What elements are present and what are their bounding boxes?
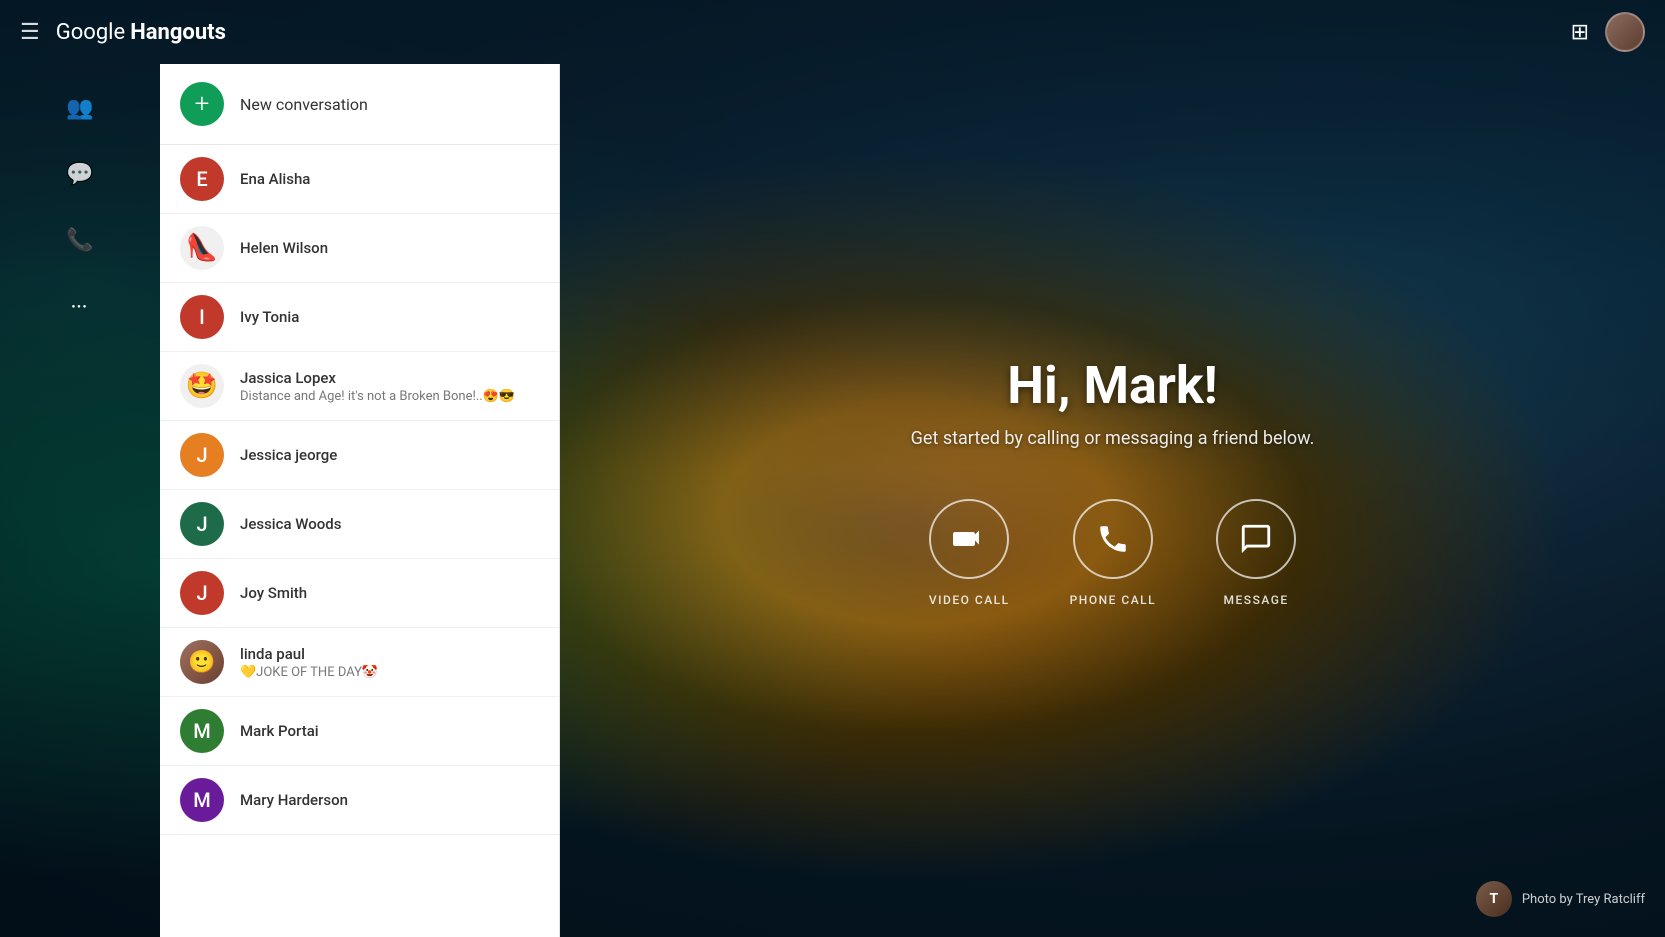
- contact-name-jassica: Jassica Lopex: [240, 369, 539, 387]
- greeting-title: Hi, Mark!: [1007, 355, 1217, 416]
- message-icon: [1239, 522, 1273, 556]
- sidebar-item-chat[interactable]: 💬: [56, 150, 104, 198]
- top-bar-right: ⊞: [1571, 12, 1645, 52]
- people-icon: 👥: [66, 96, 93, 121]
- contact-item-mark-portai[interactable]: M Mark Portai: [160, 697, 559, 766]
- more-icon: ●●●: [72, 303, 89, 310]
- video-call-label: VIDEO CALL: [929, 593, 1010, 607]
- sidebar-item-people[interactable]: 👥: [56, 84, 104, 132]
- hamburger-menu-icon[interactable]: ☰: [20, 20, 40, 45]
- contact-info-joy: Joy Smith: [240, 584, 539, 602]
- contact-name-mary: Mary Harderson: [240, 791, 539, 809]
- message-button[interactable]: [1216, 499, 1296, 579]
- video-call-button[interactable]: [929, 499, 1009, 579]
- new-conversation-label: New conversation: [240, 95, 368, 114]
- contact-info-linda: linda paul 💛JOKE OF THE DAY🤡: [240, 645, 539, 680]
- contact-name-ivy: Ivy Tonia: [240, 308, 539, 326]
- main-content: + New conversation E Ena Alisha 👠 Helen …: [160, 64, 1665, 937]
- logo-hangouts-text: Hangouts: [130, 20, 226, 45]
- greeting-subtitle: Get started by calling or messaging a fr…: [911, 428, 1315, 449]
- phone-call-icon: [1096, 522, 1130, 556]
- photo-credit: T Photo by Trey Ratcliff: [1476, 881, 1645, 917]
- contact-item-jessica-woods[interactable]: J Jessica Woods: [160, 490, 559, 559]
- contact-avatar-linda: 🙂: [180, 640, 224, 684]
- phone-nav-icon: 📞: [66, 228, 93, 253]
- contact-avatar-joy: J: [180, 571, 224, 615]
- contact-item-jassica-lopex[interactable]: 🤩 Jassica Lopex Distance and Age! it's n…: [160, 352, 559, 421]
- contact-avatar-mark: M: [180, 709, 224, 753]
- contact-name-ena: Ena Alisha: [240, 170, 539, 188]
- user-avatar[interactable]: [1605, 12, 1645, 52]
- contact-name-mark: Mark Portai: [240, 722, 539, 740]
- contact-avatar-jessica-jeorge: J: [180, 433, 224, 477]
- contact-avatar-jassica: 🤩: [180, 364, 224, 408]
- contact-info-jessica-jeorge: Jessica jeorge: [240, 446, 539, 464]
- contact-name-joy: Joy Smith: [240, 584, 539, 602]
- contact-info-jessica-woods: Jessica Woods: [240, 515, 539, 533]
- phone-call-button[interactable]: [1073, 499, 1153, 579]
- logo-google-text: Google: [56, 20, 125, 45]
- contact-info-mary: Mary Harderson: [240, 791, 539, 809]
- contact-avatar-mary: M: [180, 778, 224, 822]
- sidebar-item-phone[interactable]: 📞: [56, 216, 104, 264]
- contact-item-ena-alisha[interactable]: E Ena Alisha: [160, 145, 559, 214]
- phone-call-group: PHONE CALL: [1070, 499, 1156, 607]
- contact-item-ivy-tonia[interactable]: I Ivy Tonia: [160, 283, 559, 352]
- contact-name-jessica-jeorge: Jessica jeorge: [240, 446, 539, 464]
- chat-icon: 💬: [66, 162, 93, 187]
- contact-item-mary-harderson[interactable]: M Mary Harderson: [160, 766, 559, 835]
- sidebar-item-more[interactable]: ●●●: [56, 282, 104, 330]
- contact-avatar-ena: E: [180, 157, 224, 201]
- contact-info-helen: Helen Wilson: [240, 239, 539, 257]
- photo-credit-avatar: T: [1476, 881, 1512, 917]
- message-group: MESSAGE: [1216, 499, 1296, 607]
- contact-avatar-ivy: I: [180, 295, 224, 339]
- message-label: MESSAGE: [1224, 593, 1289, 607]
- contact-item-joy-smith[interactable]: J Joy Smith: [160, 559, 559, 628]
- logo: Google Hangouts: [56, 20, 226, 45]
- new-conversation-item[interactable]: + New conversation: [160, 64, 559, 145]
- phone-call-label: PHONE CALL: [1070, 593, 1156, 607]
- video-call-group: VIDEO CALL: [929, 499, 1010, 607]
- new-conversation-icon: +: [180, 82, 224, 126]
- contact-preview-linda: 💛JOKE OF THE DAY🤡: [240, 665, 539, 680]
- contact-name-jessica-woods: Jessica Woods: [240, 515, 539, 533]
- contact-name-helen: Helen Wilson: [240, 239, 539, 257]
- contact-preview-jassica: Distance and Age! it's not a Broken Bone…: [240, 389, 539, 404]
- video-call-icon: [951, 521, 987, 557]
- contact-avatar-jessica-woods: J: [180, 502, 224, 546]
- right-panel: Hi, Mark! Get started by calling or mess…: [560, 64, 1665, 937]
- contact-name-linda: linda paul: [240, 645, 539, 663]
- grid-apps-icon[interactable]: ⊞: [1571, 20, 1589, 45]
- top-bar: ☰ Google Hangouts ⊞: [0, 0, 1665, 64]
- contact-info-mark: Mark Portai: [240, 722, 539, 740]
- sidebar-nav: 👥 💬 📞 ●●●: [0, 64, 160, 937]
- photo-credit-text: Photo by Trey Ratcliff: [1522, 892, 1645, 907]
- contact-item-jessica-jeorge[interactable]: J Jessica jeorge: [160, 421, 559, 490]
- contact-info-jassica: Jassica Lopex Distance and Age! it's not…: [240, 369, 539, 404]
- contact-info-ivy: Ivy Tonia: [240, 308, 539, 326]
- contact-info-ena: Ena Alisha: [240, 170, 539, 188]
- contacts-panel: + New conversation E Ena Alisha 👠 Helen …: [160, 64, 560, 937]
- contact-item-helen-wilson[interactable]: 👠 Helen Wilson: [160, 214, 559, 283]
- action-buttons: VIDEO CALL PHONE CALL: [929, 499, 1296, 607]
- contact-item-linda-paul[interactable]: 🙂 linda paul 💛JOKE OF THE DAY🤡: [160, 628, 559, 697]
- contact-avatar-helen: 👠: [180, 226, 224, 270]
- app-wrapper: ☰ Google Hangouts ⊞ 👥 💬 📞 ●●● +: [0, 0, 1665, 937]
